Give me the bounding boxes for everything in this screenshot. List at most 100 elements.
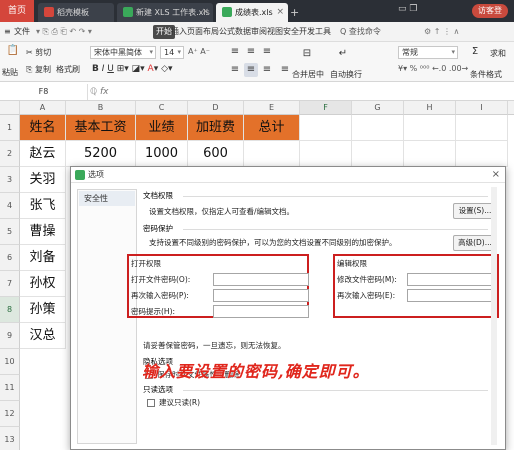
close-tab-icon[interactable]: × bbox=[276, 3, 284, 22]
wrap-text-button[interactable]: 自动换行 bbox=[330, 69, 362, 80]
column-header[interactable]: D bbox=[188, 101, 244, 115]
table-cell[interactable] bbox=[404, 115, 456, 141]
table-cell[interactable]: 关羽 bbox=[20, 167, 66, 193]
format-painter-button[interactable]: 格式刷 bbox=[56, 64, 80, 75]
column-header[interactable]: G bbox=[352, 101, 404, 115]
copy-button[interactable]: ⎘ 复制 bbox=[26, 64, 51, 75]
row-header[interactable]: 4 bbox=[0, 193, 20, 219]
menu-file[interactable]: 文件 bbox=[14, 25, 30, 39]
table-cell[interactable]: 孙权 bbox=[20, 271, 66, 297]
column-header[interactable]: J bbox=[508, 101, 514, 115]
tab-score-xls[interactable]: 成绩表.xls × bbox=[216, 3, 288, 22]
table-cell[interactable] bbox=[404, 141, 456, 167]
reenter-modify-field[interactable] bbox=[407, 289, 495, 302]
font-name-select[interactable]: 宋体中黑简体 ▾ bbox=[90, 46, 156, 59]
menu-items[interactable]: 插入页面布局公式数据审阅视图安全开发工具 bbox=[171, 25, 331, 39]
password-hint-field[interactable] bbox=[213, 305, 309, 318]
table-cell[interactable] bbox=[244, 141, 300, 167]
hamburger-icon[interactable]: ≡ bbox=[4, 25, 11, 39]
column-header[interactable]: H bbox=[404, 101, 456, 115]
table-cell[interactable]: 刘备 bbox=[20, 245, 66, 271]
row-header[interactable]: 5 bbox=[0, 219, 20, 245]
table-cell[interactable]: 加班费 bbox=[188, 115, 244, 141]
readonly-checkbox[interactable] bbox=[147, 399, 155, 407]
table-cell[interactable]: 总计 bbox=[244, 115, 300, 141]
row-header[interactable]: 3 bbox=[0, 167, 20, 193]
table-cell[interactable]: 赵云 bbox=[20, 141, 66, 167]
number-format-icons[interactable]: ¥▾ % ⁰⁰⁰ ←.0 .00→ bbox=[398, 64, 468, 73]
row-header[interactable]: 11 bbox=[0, 375, 20, 401]
dialog-title-bar[interactable]: 选项 × bbox=[71, 167, 505, 183]
column-header[interactable]: A bbox=[20, 101, 66, 115]
tab-docer-templates[interactable]: 稻壳模板 bbox=[38, 3, 114, 22]
quick-toolbar-icons[interactable]: ▾ ⎘ ⎙ ⎗ ↶ ↷ ▾ bbox=[36, 25, 92, 39]
align-bottom-icon[interactable]: ≡ bbox=[260, 45, 274, 59]
column-header[interactable]: B bbox=[66, 101, 136, 115]
tab-new-xls[interactable]: 新建 XLS 工作表.xls × bbox=[117, 3, 213, 22]
table-cell[interactable] bbox=[352, 141, 404, 167]
name-box[interactable]: F8 bbox=[0, 84, 88, 100]
table-cell[interactable]: 孙策 bbox=[20, 297, 66, 323]
fx-icon[interactable]: ℚ fx bbox=[90, 84, 108, 100]
align-middle-icon[interactable]: ≡ bbox=[244, 45, 258, 59]
table-cell[interactable]: 汉总 bbox=[20, 323, 66, 349]
column-header[interactable]: C bbox=[136, 101, 188, 115]
table-cell[interactable] bbox=[456, 141, 508, 167]
window-controls-icon[interactable]: ▭ ❐ bbox=[398, 4, 417, 14]
cut-button[interactable]: ✂ 剪切 bbox=[26, 47, 51, 58]
nav-item-security[interactable]: 安全性 bbox=[79, 191, 135, 206]
table-cell[interactable]: 5200 bbox=[66, 141, 136, 167]
paste-label[interactable]: 粘贴 bbox=[2, 67, 18, 78]
select-all-corner[interactable] bbox=[0, 101, 20, 115]
table-cell[interactable] bbox=[456, 115, 508, 141]
row-header[interactable]: 8 bbox=[0, 297, 20, 323]
row-header[interactable]: 2 bbox=[0, 141, 20, 167]
open-password-field[interactable] bbox=[213, 273, 309, 286]
table-cell[interactable]: 曹操 bbox=[20, 219, 66, 245]
search-command[interactable]: Q 查找命令 bbox=[340, 25, 381, 39]
column-header[interactable]: E bbox=[244, 101, 300, 115]
table-cell[interactable]: 基本工资 bbox=[66, 115, 136, 141]
column-header[interactable]: I bbox=[456, 101, 508, 115]
table-cell[interactable]: 1000 bbox=[136, 141, 188, 167]
wrap-text-icon[interactable]: ↵ bbox=[336, 47, 350, 61]
row-header[interactable]: 7 bbox=[0, 271, 20, 297]
row-header[interactable]: 1 bbox=[0, 115, 20, 141]
row-header[interactable]: 13 bbox=[0, 427, 20, 450]
row-header[interactable]: 9 bbox=[0, 323, 20, 349]
table-cell[interactable]: 600 bbox=[188, 141, 244, 167]
home-tab[interactable]: 首页 bbox=[0, 0, 34, 22]
table-cell[interactable]: 业绩 bbox=[136, 115, 188, 141]
font-size-select[interactable]: 14 ▾ bbox=[160, 46, 184, 59]
conditional-format-button[interactable]: 条件格式 bbox=[470, 69, 502, 80]
align-center-icon[interactable]: ≡ bbox=[244, 63, 258, 77]
row-header[interactable]: 6 bbox=[0, 245, 20, 271]
new-tab-icon[interactable]: + bbox=[290, 3, 299, 22]
menu-right-icons[interactable]: ⚙ ↑ ⋮ ∧ bbox=[424, 25, 459, 39]
align-top-icon[interactable]: ≡ bbox=[228, 45, 242, 59]
table-cell[interactable]: 姓名 bbox=[20, 115, 66, 141]
align-right-icon[interactable]: ≡ bbox=[260, 63, 274, 77]
sum-button[interactable]: 求和 bbox=[490, 48, 506, 59]
table-cell[interactable] bbox=[300, 141, 352, 167]
table-cell[interactable]: 张飞 bbox=[20, 193, 66, 219]
font-style-icons[interactable]: B I U ⊞▾ ◪▾ A▾ ◇▾ bbox=[92, 64, 173, 74]
merge-center-button[interactable]: 合并居中 bbox=[292, 69, 324, 80]
align-left-icon[interactable]: ≡ bbox=[228, 63, 242, 77]
vertical-scrollbar[interactable] bbox=[491, 187, 497, 445]
close-icon[interactable]: × bbox=[492, 167, 500, 183]
table-cell[interactable] bbox=[300, 115, 352, 141]
row-header[interactable]: 10 bbox=[0, 349, 20, 375]
table-cell[interactable] bbox=[352, 115, 404, 141]
row-header[interactable]: 12 bbox=[0, 401, 20, 427]
number-format-select[interactable]: 常规 ▾ bbox=[398, 46, 458, 59]
merge-icon[interactable]: ⊟ bbox=[300, 47, 314, 61]
justify-icon[interactable]: ≡ bbox=[278, 63, 292, 77]
font-grow-icon[interactable]: A⁺ A⁻ bbox=[188, 47, 210, 56]
column-header[interactable]: F bbox=[300, 101, 352, 115]
paste-icon[interactable]: 📋 bbox=[6, 44, 20, 58]
user-login-button[interactable]: 访客登 bbox=[472, 4, 508, 18]
sum-icon[interactable]: Σ bbox=[468, 45, 482, 59]
close-tab-icon[interactable]: × bbox=[201, 3, 209, 22]
modify-password-field[interactable] bbox=[407, 273, 495, 286]
